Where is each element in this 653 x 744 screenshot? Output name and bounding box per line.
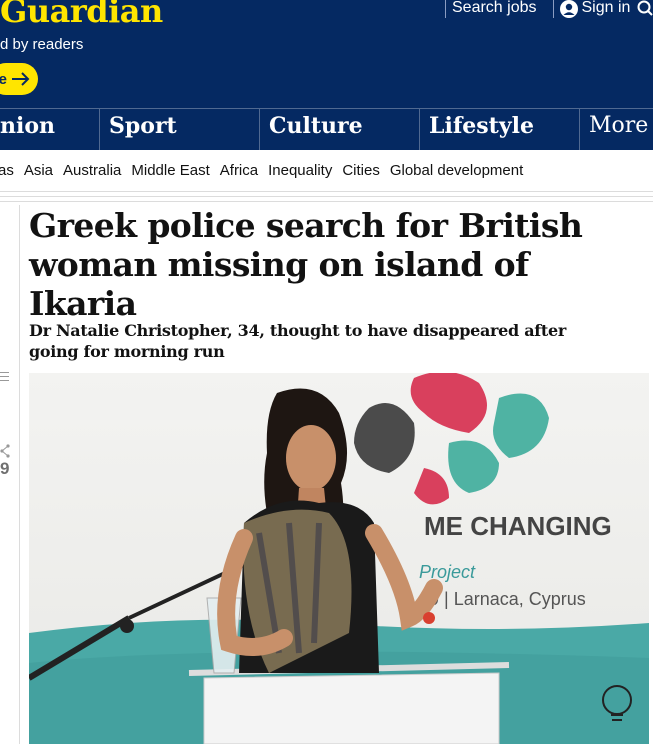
- subnav-item[interactable]: as: [0, 162, 14, 179]
- arrow-right-icon: [12, 72, 30, 86]
- subnav-item[interactable]: Asia: [24, 162, 53, 179]
- subnav-item[interactable]: Africa: [220, 162, 258, 179]
- subnav-item[interactable]: Inequality: [268, 162, 332, 179]
- support-button[interactable]: e: [0, 63, 38, 95]
- subnav-item[interactable]: Cities: [342, 162, 380, 179]
- guardian-logo[interactable]: Guardian: [0, 0, 163, 30]
- sign-in-link[interactable]: Sign in: [552, 0, 637, 18]
- tagline: d by readers: [0, 36, 84, 53]
- banner-location: 9 | Larnaca, Cyprus: [429, 589, 586, 609]
- subnav-item[interactable]: Australia: [63, 162, 121, 179]
- banner-subtitle: Project: [419, 562, 476, 582]
- article-standfirst: Dr Natalie Christopher, 34, thought to h…: [29, 321, 566, 361]
- sign-in-label: Sign in: [581, 0, 631, 16]
- pillar-label: nion: [0, 113, 56, 139]
- divider: [0, 201, 653, 202]
- pillar-more[interactable]: More⌄: [579, 109, 653, 150]
- photo-illustration: ME CHANGING Project 9 | Larnaca, Cyprus: [29, 373, 649, 744]
- search-icon[interactable]: [637, 0, 653, 16]
- share-count: 9: [0, 459, 10, 478]
- pillar-lifestyle[interactable]: Lifestyle: [419, 109, 579, 150]
- search-jobs-label: Search jobs: [452, 0, 537, 16]
- divider: [0, 196, 653, 197]
- pillar-sport[interactable]: Sport: [99, 109, 259, 150]
- pillar-label: Culture: [269, 113, 363, 139]
- search-jobs-link[interactable]: Search jobs: [445, 0, 543, 18]
- article-photo[interactable]: ME CHANGING Project 9 | Larnaca, Cyprus: [29, 373, 649, 744]
- banner-title: ME CHANGING: [424, 511, 612, 541]
- sub-nav: as Asia Australia Middle East Africa Ine…: [0, 150, 653, 192]
- pillar-label: Sport: [109, 113, 177, 139]
- user-icon: [559, 0, 578, 18]
- top-links: Search jobs Sign in: [445, 0, 636, 20]
- masthead: Guardian d by readers e Search jobs Sign…: [0, 0, 653, 108]
- pillar-nav: nion Sport Culture Lifestyle More⌄: [0, 108, 653, 150]
- pillar-label: Lifestyle: [429, 113, 534, 139]
- article-headline: Greek police search for British woman mi…: [29, 206, 583, 323]
- pillar-culture[interactable]: Culture: [259, 109, 419, 150]
- pillar-opinion[interactable]: nion: [0, 109, 99, 150]
- share-icon[interactable]: [0, 444, 10, 458]
- pillar-label: More: [589, 113, 649, 138]
- menu-icon[interactable]: [0, 372, 9, 384]
- left-column-rule: [19, 205, 20, 744]
- support-button-label: e: [0, 70, 7, 88]
- subnav-item[interactable]: Middle East: [131, 162, 209, 179]
- subnav-item[interactable]: Global development: [390, 162, 523, 179]
